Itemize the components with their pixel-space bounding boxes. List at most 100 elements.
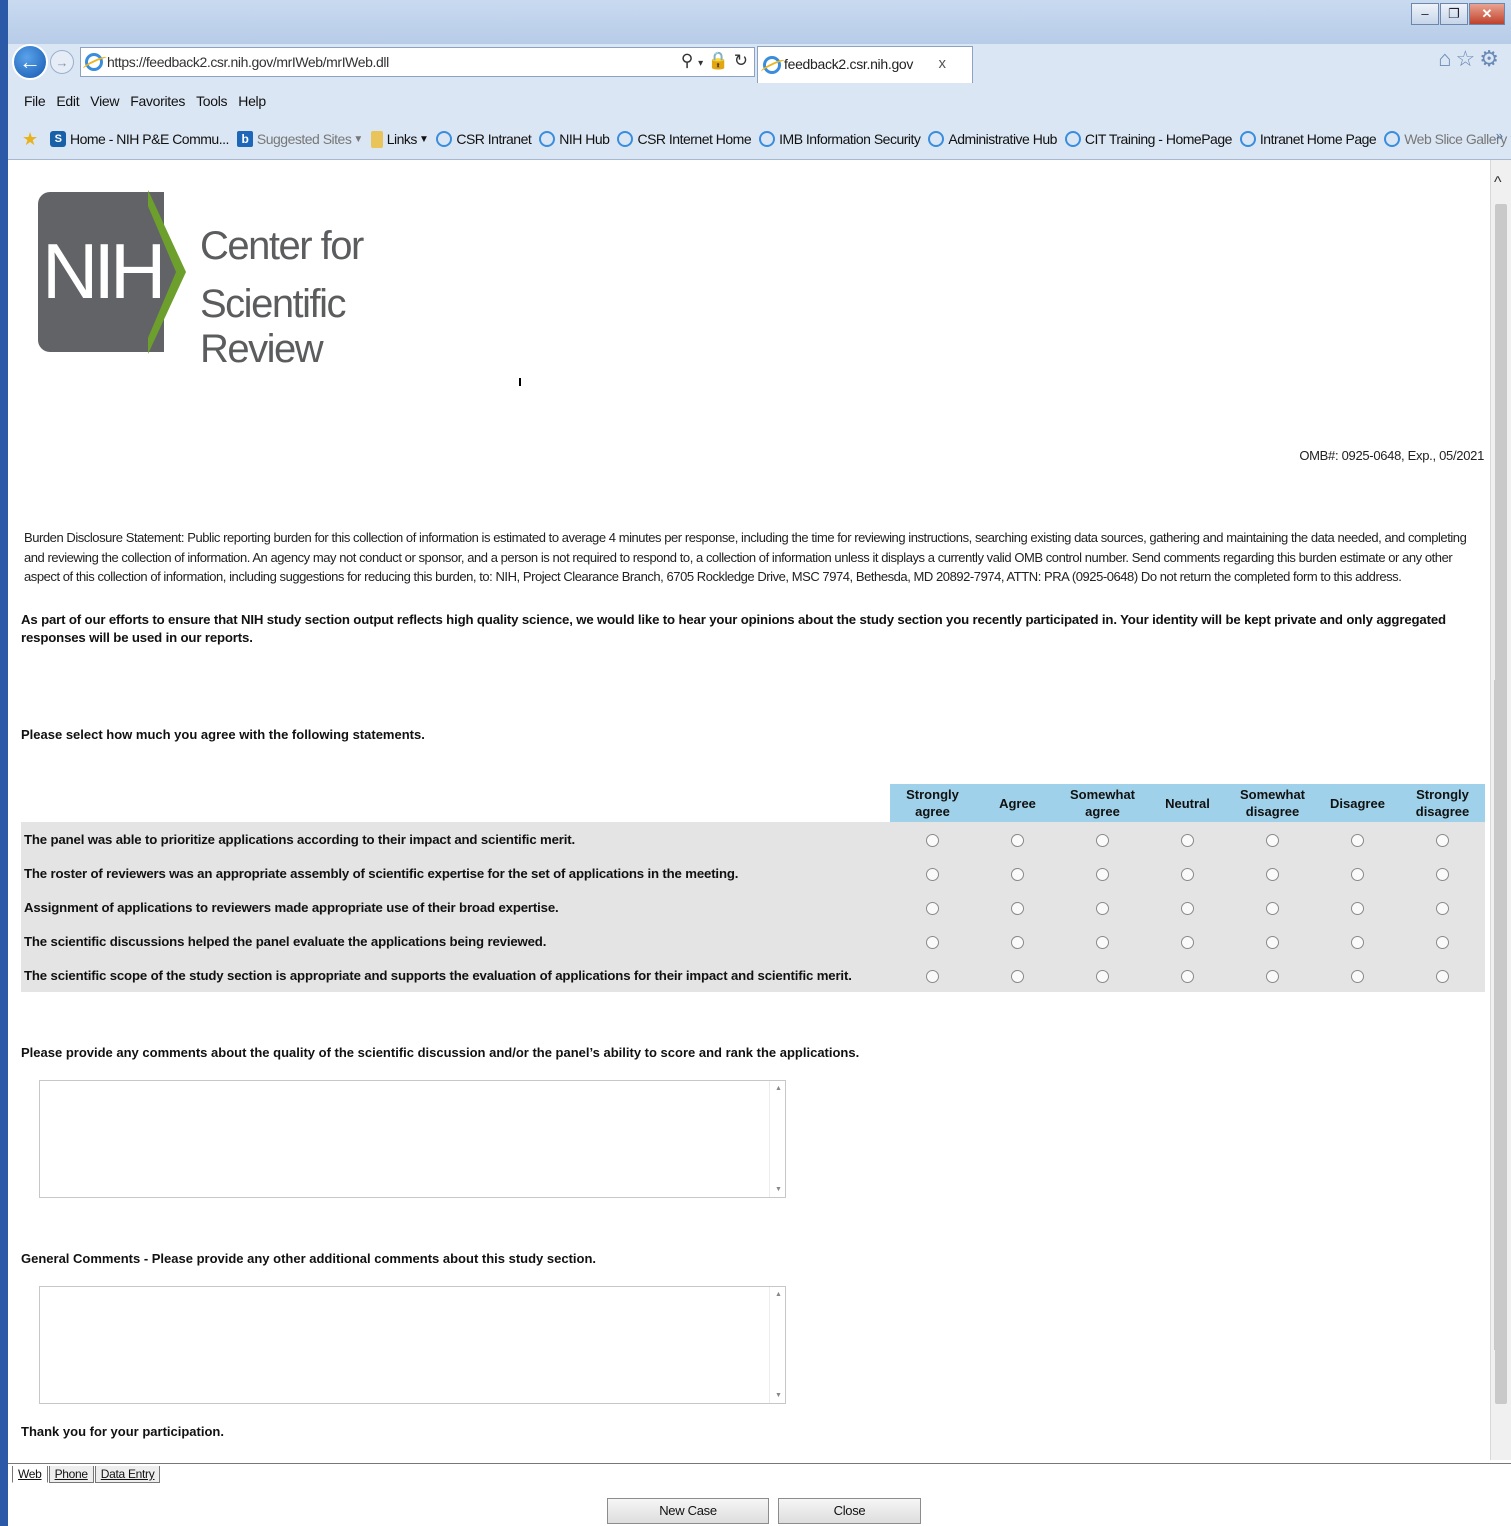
fav-csr-internet-home[interactable]: CSR Internet Home <box>617 131 752 147</box>
fav-csr-intranet[interactable]: CSR Intranet <box>436 131 532 147</box>
radio-cell <box>1230 890 1315 924</box>
radio-button[interactable] <box>1096 901 1109 915</box>
radio-button[interactable] <box>1351 867 1364 881</box>
radio-button[interactable] <box>1436 901 1449 915</box>
menu-edit[interactable]: Edit <box>56 93 79 109</box>
scale-agree: Agree <box>975 784 1060 822</box>
minimize-button[interactable]: – <box>1411 3 1439 25</box>
radio-button[interactable] <box>1011 935 1024 949</box>
radio-button[interactable] <box>1351 969 1364 983</box>
tab-phone[interactable]: Phone <box>48 1466 94 1483</box>
scroll-down-icon[interactable]: ▼ <box>775 1186 782 1193</box>
radio-button[interactable] <box>1181 969 1194 983</box>
radio-button[interactable] <box>1436 935 1449 949</box>
radio-button[interactable] <box>1351 833 1364 847</box>
radio-button[interactable] <box>1096 969 1109 983</box>
scroll-up-icon[interactable]: ▲ <box>775 1085 782 1092</box>
browser-tab[interactable]: feedback2.csr.nih.gov x <box>757 46 973 83</box>
scroll-up-icon[interactable]: ▲ <box>775 1291 782 1298</box>
radio-button[interactable] <box>926 901 939 915</box>
radio-button[interactable] <box>926 867 939 881</box>
close-window-button[interactable]: ✕ <box>1469 3 1505 25</box>
lock-icon[interactable]: 🔒 <box>708 51 729 70</box>
menu-favorites[interactable]: Favorites <box>130 93 185 109</box>
radio-button[interactable] <box>1436 969 1449 983</box>
address-bar[interactable]: https://feedback2.csr.nih.gov/mrIWeb/mrI… <box>80 47 755 77</box>
fav-web-slice-gallery[interactable]: Web Slice Gallery▼ <box>1384 131 1511 147</box>
radio-button[interactable] <box>1096 935 1109 949</box>
radio-button[interactable] <box>1436 833 1449 847</box>
address-tools: ⚲ ▾ 🔒 ↻ <box>681 51 748 71</box>
radio-button[interactable] <box>926 935 939 949</box>
fav-cit-training[interactable]: CIT Training - HomePage <box>1064 131 1232 147</box>
radio-cell <box>1400 856 1485 890</box>
radio-button[interactable] <box>1096 833 1109 847</box>
menu-tools[interactable]: Tools <box>196 93 227 109</box>
radio-button[interactable] <box>1266 969 1279 983</box>
radio-cell <box>1060 958 1145 992</box>
scale-somewhat-disagree: Somewhat disagree <box>1230 784 1315 822</box>
restore-button[interactable]: ❐ <box>1440 3 1468 25</box>
radio-button[interactable] <box>1266 901 1279 915</box>
tab-close-button[interactable]: x <box>939 55 947 72</box>
radio-button[interactable] <box>1351 901 1364 915</box>
scrollbar-thumb[interactable] <box>1495 204 1507 1404</box>
radio-button[interactable] <box>1011 867 1024 881</box>
forward-button[interactable]: → <box>50 50 74 74</box>
new-case-button[interactable]: New Case <box>607 1498 769 1524</box>
radio-cell <box>890 822 975 856</box>
tab-web[interactable]: Web <box>12 1466 48 1483</box>
fav-nih-hub[interactable]: NIH Hub <box>539 131 610 147</box>
radio-button[interactable] <box>1181 833 1194 847</box>
arrow-left-icon: ← <box>19 49 41 74</box>
discussion-comments-textarea[interactable]: ▲ ▼ <box>39 1080 786 1198</box>
fav-admin-hub[interactable]: Administrative Hub <box>928 131 1057 147</box>
search-icon[interactable]: ⚲ <box>681 51 693 70</box>
radio-button[interactable] <box>1011 833 1024 847</box>
ie-icon <box>85 53 103 71</box>
scroll-up-icon[interactable]: ^ <box>1494 174 1502 192</box>
radio-button[interactable] <box>1181 935 1194 949</box>
radio-button[interactable] <box>926 833 939 847</box>
url-text[interactable]: https://feedback2.csr.nih.gov/mrIWeb/mrI… <box>107 54 389 70</box>
fav-links[interactable]: Links ▼ <box>370 130 429 148</box>
menu-view[interactable]: View <box>90 93 119 109</box>
radio-button[interactable] <box>1181 867 1194 881</box>
radio-button[interactable] <box>1266 867 1279 881</box>
close-button[interactable]: Close <box>778 1498 921 1524</box>
scroll-down-icon[interactable]: ▼ <box>775 1392 782 1399</box>
radio-button[interactable] <box>1181 901 1194 915</box>
radio-button[interactable] <box>1266 833 1279 847</box>
radio-button[interactable] <box>1266 935 1279 949</box>
textarea-scrollbar[interactable]: ▲ ▼ <box>769 1081 785 1197</box>
refresh-icon[interactable]: ↻ <box>734 51 748 70</box>
radio-button[interactable] <box>1011 969 1024 983</box>
radio-button[interactable] <box>1436 867 1449 881</box>
fav-label: Intranet Home Page <box>1259 131 1377 147</box>
scale-strongly-disagree: Strongly disagree <box>1400 784 1485 822</box>
chevron-down-icon[interactable]: ▾ <box>698 58 703 69</box>
back-button[interactable]: ← <box>12 44 48 80</box>
chevron-right-icon[interactable]: » <box>1496 128 1503 143</box>
mode-tabs: Web Phone Data Entry <box>12 1466 161 1483</box>
favorites-star-button[interactable]: ★ <box>22 130 42 148</box>
home-icon[interactable]: ⌂ <box>1438 46 1455 71</box>
fav-suggested-sites[interactable]: b Suggested Sites ▼ <box>236 131 363 147</box>
menu-file[interactable]: File <box>24 93 46 109</box>
menu-help[interactable]: Help <box>238 93 266 109</box>
tab-data-entry[interactable]: Data Entry <box>94 1466 161 1483</box>
menu-bar: File Edit View Favorites Tools Help <box>0 86 1511 116</box>
radio-button[interactable] <box>1096 867 1109 881</box>
general-comments-textarea[interactable]: ▲ ▼ <box>39 1286 786 1404</box>
stray-mark <box>519 378 521 386</box>
radio-button[interactable] <box>926 969 939 983</box>
fav-home-nih[interactable]: S Home - NIH P&E Commu... <box>50 131 229 147</box>
fav-imb-security[interactable]: IMB Information Security <box>759 131 921 147</box>
textarea-scrollbar[interactable]: ▲ ▼ <box>769 1287 785 1403</box>
gear-icon[interactable]: ⚙ <box>1479 46 1503 71</box>
radio-button[interactable] <box>1011 901 1024 915</box>
radio-button[interactable] <box>1351 935 1364 949</box>
fav-intranet-home[interactable]: Intranet Home Page <box>1239 131 1377 147</box>
fav-label: NIH Hub <box>559 131 610 147</box>
star-icon[interactable]: ☆ <box>1456 46 1480 71</box>
